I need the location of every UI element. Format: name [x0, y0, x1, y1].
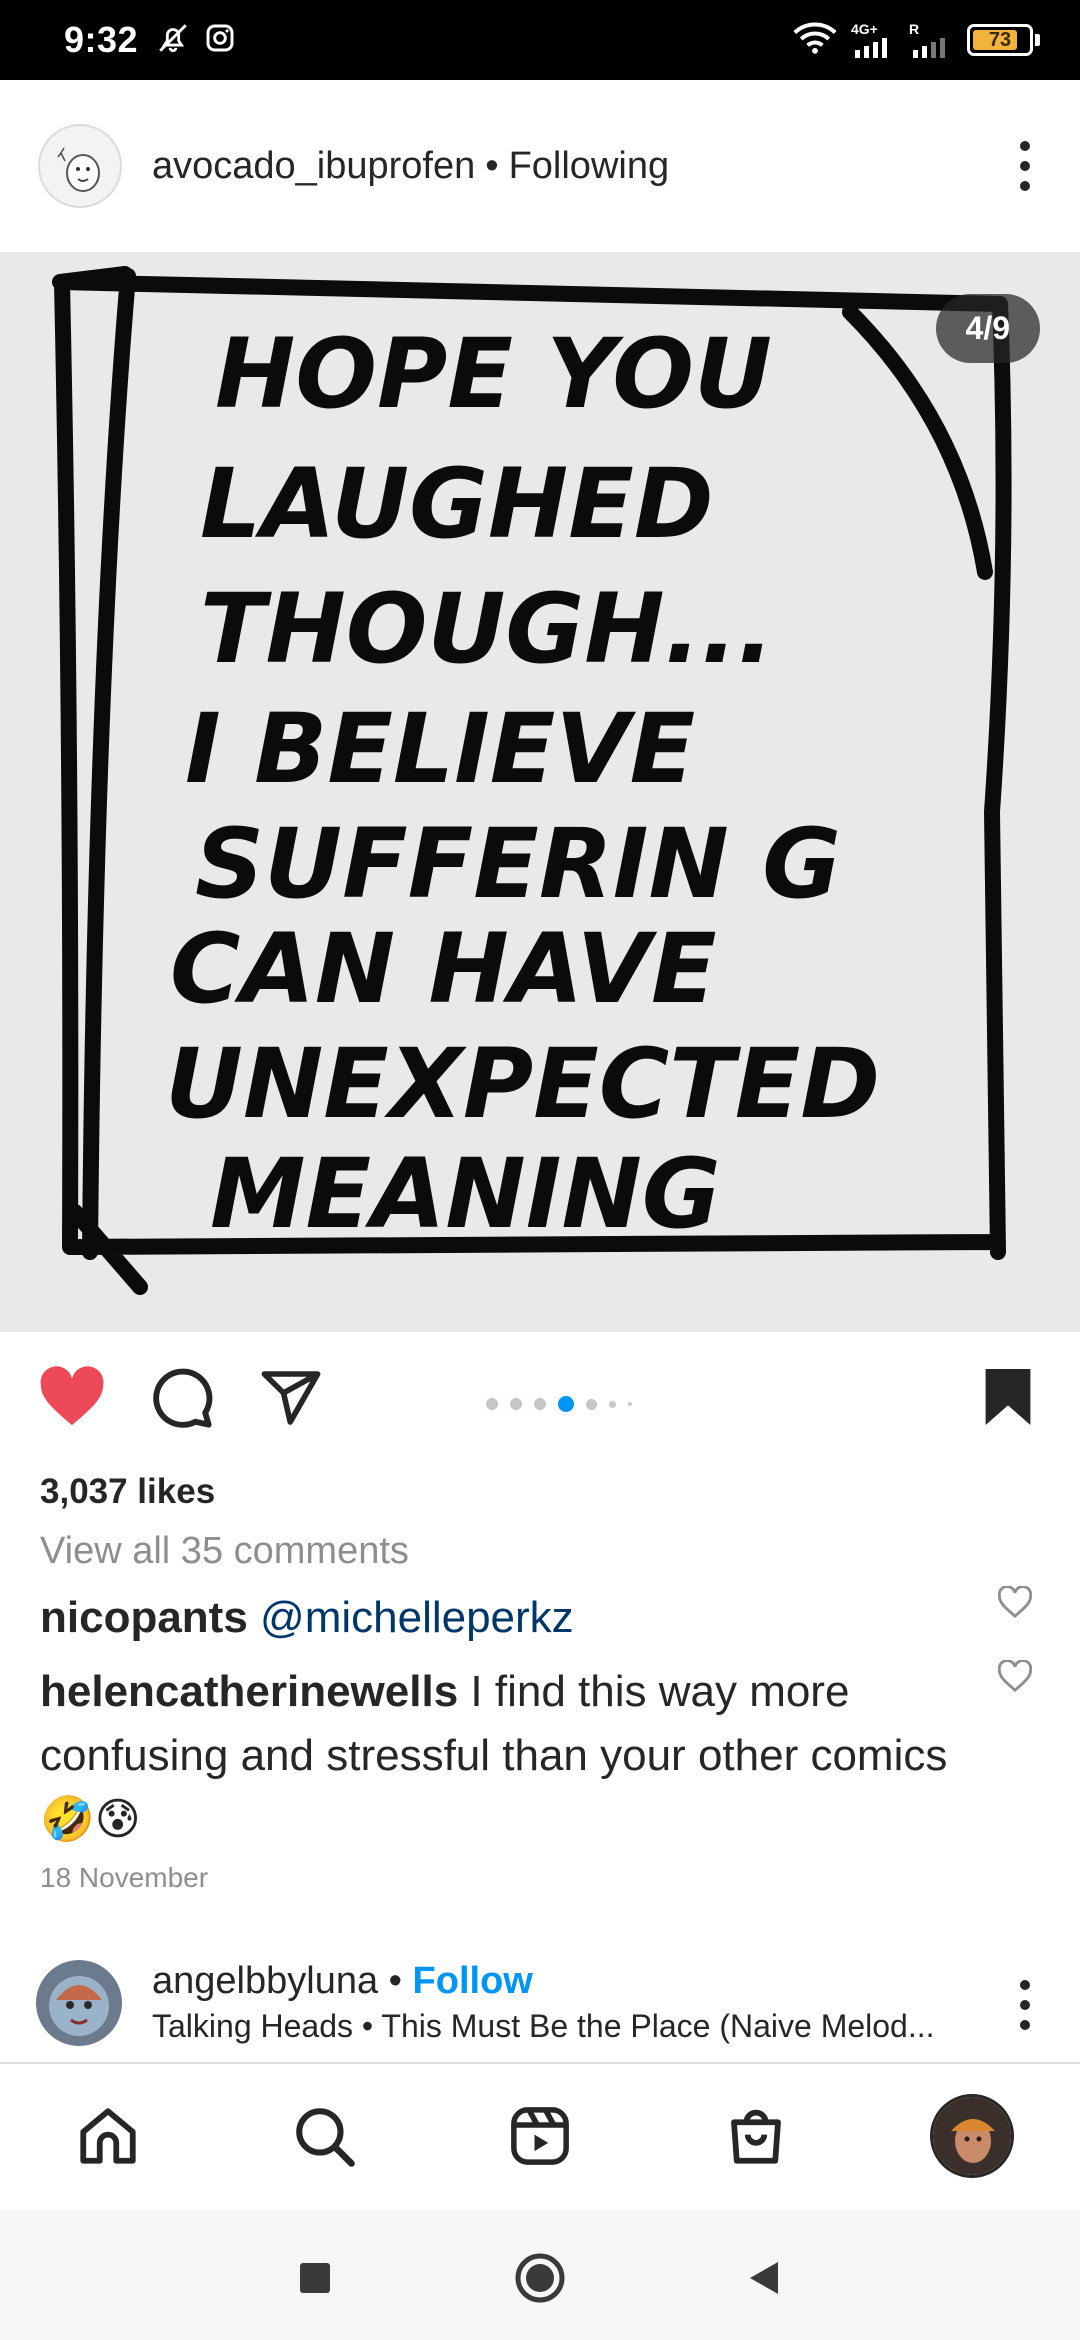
- next-author-line: angelbbyluna • Follow: [152, 1960, 533, 2003]
- network-type: 4G+: [851, 21, 878, 37]
- post-date: 18 November: [40, 1862, 209, 1893]
- comment-icon[interactable]: [150, 1366, 214, 1435]
- carousel-dot: [586, 1398, 597, 1410]
- wifi-icon: [793, 21, 837, 60]
- recents-button[interactable]: [287, 2250, 343, 2306]
- profile-tab[interactable]: [930, 2094, 1014, 2178]
- signal-icon-2: [913, 38, 945, 58]
- instagram-icon: [204, 22, 236, 59]
- comic-line-5: SUFFERIN G: [195, 808, 841, 920]
- comment-username[interactable]: nicopants: [40, 1593, 248, 1642]
- comic-line-1: HOPE YOU: [215, 318, 772, 430]
- separator-dot: •: [388, 1960, 402, 2002]
- carousel-dot: [510, 1398, 522, 1410]
- status-bar: 9:32 4G+ R 73: [0, 0, 1080, 80]
- home-icon[interactable]: [66, 2094, 150, 2178]
- post-action-bar: [0, 1332, 1080, 1462]
- share-icon[interactable]: [258, 1366, 324, 1435]
- comic-line-2: LAUGHED: [200, 448, 714, 560]
- likes-count[interactable]: 3,037 likes: [40, 1472, 215, 1512]
- post-options-button[interactable]: [1000, 126, 1050, 206]
- comic-line-3: THOUGH...: [200, 573, 774, 685]
- roaming-label: R: [909, 21, 920, 37]
- post-author-line: avocado_ibuprofen • Following: [152, 145, 669, 188]
- like-heart-icon[interactable]: [38, 1366, 106, 1433]
- carousel-counter: 4/9: [935, 294, 1040, 363]
- post-header: avocado_ibuprofen • Following: [0, 80, 1080, 252]
- system-navigation-bar: [0, 2210, 1080, 2340]
- comment-like-heart-icon[interactable]: [997, 1659, 1033, 1697]
- home-button[interactable]: [512, 2250, 568, 2306]
- next-author-avatar[interactable]: [36, 1960, 122, 2046]
- carousel-dots: [486, 1396, 632, 1412]
- comic-line-6: CAN HAVE: [170, 913, 717, 1025]
- signal-icon: [855, 38, 887, 58]
- next-post-music[interactable]: Talking Heads • This Must Be the Place (…: [152, 2008, 962, 2045]
- bottom-nav: [0, 2062, 1080, 2210]
- carousel-dot: [628, 1402, 632, 1406]
- carousel-dot: [486, 1398, 498, 1410]
- status-time: 9:32: [64, 19, 139, 60]
- comment-like-heart-icon[interactable]: [997, 1585, 1033, 1623]
- author-username[interactable]: avocado_ibuprofen: [152, 145, 475, 188]
- comment-mention[interactable]: @michelleperkz: [260, 1593, 574, 1642]
- roaming-indicator: R: [909, 22, 953, 58]
- carousel-dot-active: [558, 1396, 574, 1412]
- save-bookmark-icon[interactable]: [980, 1366, 1036, 1433]
- shop-icon[interactable]: [714, 2094, 798, 2178]
- profile-avatar[interactable]: [930, 2094, 1014, 2178]
- comic-line-4: I BELIEVE: [185, 693, 695, 805]
- comment-2: helencatherinewells I find this way more…: [40, 1660, 960, 1852]
- handwritten-comic: HOPE YOU LAUGHED THOUGH... I BELIEVE SUF…: [52, 266, 1012, 1295]
- following-status[interactable]: Following: [509, 145, 670, 188]
- author-avatar[interactable]: [38, 124, 122, 208]
- battery-level: 73: [988, 28, 1012, 51]
- next-post-header: angelbbyluna • Follow Talking Heads • Th…: [0, 1950, 1080, 2060]
- follow-button[interactable]: Follow: [413, 1960, 533, 2002]
- comic-line-8: MEANING: [210, 1138, 721, 1250]
- view-all-comments-link[interactable]: View all 35 comments: [40, 1530, 409, 1573]
- battery-icon: 73: [967, 24, 1033, 56]
- carousel-dot: [609, 1400, 616, 1408]
- separator-dot: •: [485, 144, 499, 187]
- back-button[interactable]: [736, 2250, 792, 2306]
- bell-off-icon: [156, 21, 190, 60]
- carousel-dot: [534, 1398, 546, 1410]
- search-icon[interactable]: [282, 2094, 366, 2178]
- comment-username[interactable]: helencatherinewells: [40, 1667, 458, 1716]
- next-author-username[interactable]: angelbbyluna: [152, 1960, 378, 2002]
- comment-1: nicopants @michelleperkz: [40, 1586, 960, 1650]
- network-indicator: 4G+: [851, 22, 895, 58]
- next-post-options-button[interactable]: [1000, 1960, 1050, 2050]
- post-image[interactable]: HOPE YOU LAUGHED THOUGH... I BELIEVE SUF…: [0, 252, 1080, 1332]
- reels-icon[interactable]: [498, 2094, 582, 2178]
- comic-line-7: UNEXPECTED: [165, 1028, 880, 1140]
